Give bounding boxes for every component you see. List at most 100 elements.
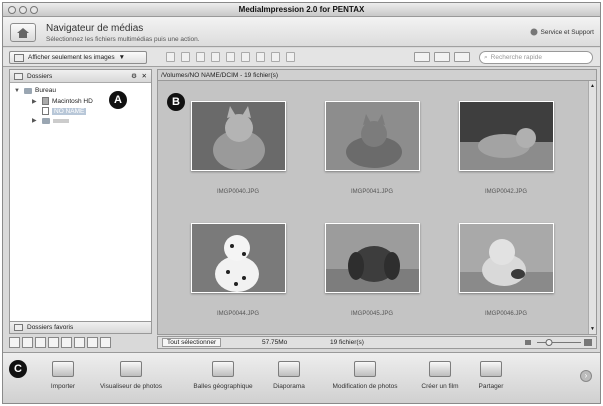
blurred-label (53, 118, 69, 123)
new-folder-icon[interactable] (166, 52, 175, 62)
zoom-slider[interactable] (523, 338, 593, 347)
close-icon[interactable]: ✕ (142, 72, 147, 80)
trash-icon[interactable] (286, 52, 295, 62)
thumbnail-item[interactable]: IMGP0044.JPG (188, 223, 288, 317)
tree-item-bureau[interactable]: ▼ Bureau (14, 87, 56, 94)
action-share[interactable]: Partager (471, 361, 511, 390)
favorites-header[interactable]: Dossiers favoris (9, 321, 152, 334)
header-title: Navigateur de médias (46, 23, 144, 34)
cat-photo (324, 101, 420, 171)
view-list-button[interactable] (434, 52, 450, 62)
dog-photo (458, 223, 554, 293)
info-icon[interactable] (241, 52, 250, 62)
marker-b: B (167, 93, 185, 111)
filter-images-button[interactable]: Afficher seulement les images ▼ (9, 51, 147, 64)
thumbnail-item[interactable]: IMGP0040.JPG (188, 101, 288, 195)
folders-header: Dossiers ⚙ ✕ (10, 70, 151, 83)
title-bar: MediaImpression 2.0 for PENTAX (3, 3, 600, 17)
file-name: IMGP0044.JPG (216, 311, 260, 317)
people-icon[interactable] (74, 337, 85, 348)
tree-item-macintosh-hd[interactable]: ▶ Macintosh HD (32, 97, 93, 105)
favorite-icon[interactable] (211, 52, 220, 62)
scroll-arrow-up-icon[interactable]: ▲ (590, 83, 595, 89)
action-photo-viewer[interactable]: Visualiseur de photos (91, 361, 171, 390)
file-name: IMGP0041.JPG (350, 189, 394, 195)
filter-label: Afficher seulement les images (28, 54, 115, 61)
file-count: 19 fichier(s) (330, 339, 364, 346)
select-all-button[interactable]: Tout sélectionner (162, 338, 222, 347)
cat-photo (190, 101, 286, 171)
file-name: IMGP0046.JPG (484, 311, 528, 317)
status-bar: Tout sélectionner 57.75Mo 19 fichier(s) (157, 336, 597, 349)
thumbnail-item[interactable]: IMGP0045.JPG (322, 223, 422, 317)
tag-icon[interactable] (226, 52, 235, 62)
dog-photo (324, 223, 420, 293)
scroll-arrow-down-icon[interactable]: ▼ (590, 326, 595, 332)
file-name: IMGP0040.JPG (216, 189, 260, 195)
path-bar: /Volumes/NO NAME/DCIM - 19 fichier(s) (157, 69, 597, 81)
view-grid-button[interactable] (414, 52, 430, 62)
rename-icon[interactable] (271, 52, 280, 62)
marker-a: A (109, 91, 127, 109)
folders-title: Dossiers (27, 72, 53, 80)
home-icon (17, 27, 29, 38)
folder-view-icon[interactable] (9, 337, 20, 348)
tree-item-no-name[interactable]: NO NAME (32, 107, 87, 115)
film-icon (429, 361, 451, 377)
tree-label: NO NAME (52, 107, 87, 115)
action-label: Créer un film (421, 383, 459, 390)
tree-item-folder[interactable]: ▶ (32, 117, 69, 124)
cat-photo (458, 101, 554, 171)
rotate-icon[interactable] (196, 52, 205, 62)
action-import[interactable]: Importer (45, 361, 81, 390)
collapse-triangle-icon: ▶ (32, 118, 37, 124)
action-label: Partager (478, 383, 504, 390)
action-slideshow[interactable]: Diaporama (267, 361, 311, 390)
search-placeholder: Recherche rapide (490, 54, 542, 61)
toolbar: Afficher seulement les images ▼ ⌕ Recher… (3, 48, 600, 67)
copy-icon[interactable] (181, 52, 190, 62)
flag-icon[interactable] (61, 337, 72, 348)
forward-arrow-icon[interactable]: › (580, 370, 592, 382)
gear-icon[interactable]: ⚙ (131, 72, 137, 80)
camera-icon[interactable] (87, 337, 98, 348)
star-icon[interactable] (35, 337, 46, 348)
map-icon[interactable] (100, 337, 111, 348)
action-create-film[interactable]: Créer un film (415, 361, 465, 390)
import-icon (52, 361, 74, 377)
thumbnail-item[interactable]: IMGP0041.JPG (322, 101, 422, 195)
action-photo-edit[interactable]: Modification de photos (323, 361, 407, 390)
action-label: Importer (50, 383, 76, 390)
action-label: Balles géographique (193, 383, 253, 390)
folder-icon (14, 72, 23, 80)
slideshow-icon (278, 361, 300, 377)
header-subtitle: Sélectionnez les fichiers multimédias pu… (46, 36, 200, 43)
marker-c: C (9, 360, 27, 378)
thumbnail-item[interactable]: IMGP0046.JPG (456, 223, 556, 317)
current-path: /Volumes/NO NAME/DCIM - 19 fichier(s) (161, 71, 279, 79)
expand-triangle-icon: ▼ (14, 87, 20, 94)
search-field[interactable]: ⌕ Recherche rapide (479, 51, 593, 64)
album-icon[interactable] (22, 337, 33, 348)
folders-panel: Dossiers ⚙ ✕ ▼ Bureau ▶ Macintosh HD NO … (9, 69, 152, 333)
move-icon[interactable] (256, 52, 265, 62)
action-bar: Importer Visualiseur de photos Balles gé… (3, 352, 600, 403)
app-header: Navigateur de médias Sélectionnez les fi… (3, 17, 600, 47)
action-geo[interactable]: Balles géographique (187, 361, 259, 390)
calendar-icon[interactable] (48, 337, 59, 348)
folder-icon (24, 87, 32, 94)
favorites-icon (14, 324, 23, 331)
file-name: IMGP0042.JPG (484, 189, 528, 195)
total-size: 57.75Mo (262, 339, 288, 346)
thumbnail-grid: IMGP0040.JPG IMGP0041.JPG IMGP0042.JPG I… (157, 81, 597, 335)
vertical-scrollbar[interactable]: ▲ ▼ (588, 81, 596, 334)
geo-icon (212, 361, 234, 377)
folder-icon (42, 117, 50, 124)
collapse-triangle-icon: ▶ (32, 98, 37, 105)
action-label: Visualiseur de photos (99, 383, 163, 390)
action-label: Diaporama (273, 383, 305, 390)
view-sort-button[interactable] (454, 52, 470, 62)
service-support-link[interactable]: Service et Support (530, 28, 594, 36)
thumbnail-item[interactable]: IMGP0042.JPG (456, 101, 556, 195)
home-button[interactable] (10, 23, 36, 42)
